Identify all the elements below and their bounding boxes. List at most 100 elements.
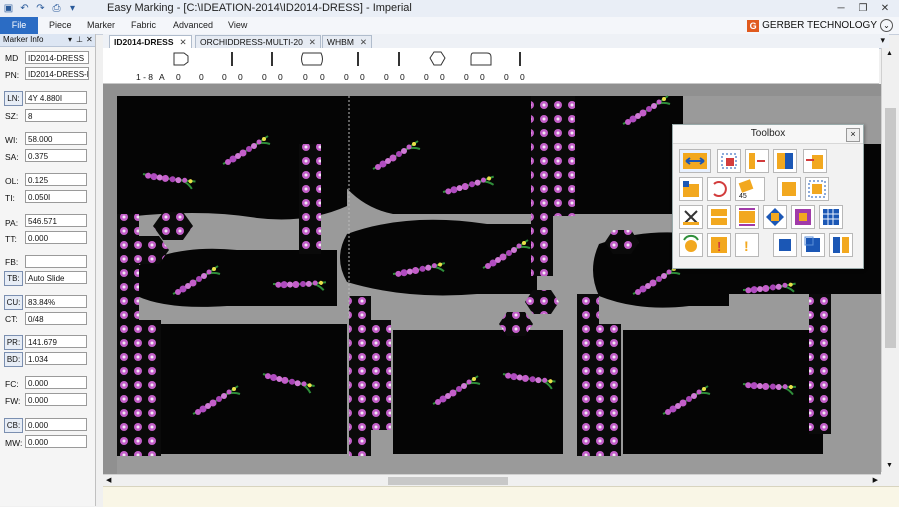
piece-bar[interactable]: 1 - 8 A 0 0 0 0 0 0 0 0 0 0 0 0 0 0 0 0 … xyxy=(103,48,879,84)
mw-label: MW: xyxy=(5,438,23,448)
fw-label: FW: xyxy=(5,396,21,406)
mw-field[interactable]: 0.000 xyxy=(25,435,87,448)
cu-button[interactable]: CU: xyxy=(4,295,23,310)
tab-close-icon[interactable]: ✕ xyxy=(309,37,316,47)
scroll-down-icon[interactable]: ▼ xyxy=(886,462,893,469)
sa-field[interactable]: 0.375 xyxy=(25,149,87,162)
cb-button[interactable]: CB: xyxy=(4,418,23,433)
buffer-tool-icon[interactable] xyxy=(763,205,787,229)
piece-count: 0 xyxy=(360,72,365,82)
toolbox-title[interactable]: Toolbox xyxy=(673,125,863,144)
piece-count: 0 xyxy=(400,72,405,82)
tb-button[interactable]: TB: xyxy=(4,271,23,286)
print-icon[interactable]: ⎙ xyxy=(50,2,63,15)
tl-field[interactable]: 0.050I xyxy=(25,190,87,203)
menu-file[interactable]: File xyxy=(0,17,38,34)
menu-marker[interactable]: Marker xyxy=(87,19,115,32)
menu-view[interactable]: View xyxy=(228,19,247,32)
piece-count: 0 xyxy=(278,72,283,82)
md-field[interactable]: ID2014-DRESS xyxy=(25,51,89,64)
dropdown-arrow-icon[interactable]: ▾ xyxy=(66,2,79,15)
move-tool-icon[interactable] xyxy=(679,149,711,173)
marker-strip xyxy=(599,324,621,456)
cu-field[interactable]: 83.84% xyxy=(25,295,87,308)
pr-field[interactable]: 141.679 xyxy=(25,335,87,348)
fc-field[interactable]: 0.000 xyxy=(25,376,87,389)
tab-label: WHBM xyxy=(327,37,354,47)
menu-advanced[interactable]: Advanced xyxy=(173,19,213,32)
toolbox-window[interactable]: Toolbox × 45 ! ! xyxy=(672,124,864,269)
bump-tool-icon[interactable] xyxy=(803,149,827,173)
piece-thumb-8 xyxy=(429,51,446,66)
tabs-overflow-icon[interactable]: ▾ xyxy=(880,35,885,46)
tt-field[interactable]: 0.000 xyxy=(25,231,87,244)
tab-close-icon[interactable]: ✕ xyxy=(360,37,367,47)
wi-field[interactable]: 58.000 xyxy=(25,132,87,145)
piece-thumb-1 xyxy=(173,52,189,66)
scroll-left-icon[interactable]: ◀ xyxy=(106,476,111,484)
restore-icon[interactable]: ❐ xyxy=(852,0,874,16)
ln-field[interactable]: 4Y 4.880I xyxy=(25,91,87,104)
zoom-out-tool-icon[interactable] xyxy=(773,233,797,257)
fit-tool-icon[interactable] xyxy=(829,233,853,257)
save-icon[interactable]: ▣ xyxy=(2,2,15,15)
rotate-tool-icon[interactable] xyxy=(707,177,731,201)
fw-field[interactable]: 0.000 xyxy=(25,393,87,406)
scroll-right-icon[interactable]: ▶ xyxy=(873,476,878,484)
tab-close-icon[interactable]: ✕ xyxy=(180,37,187,47)
pa-label: PA: xyxy=(5,218,19,228)
tab-orchiddress[interactable]: ORCHIDDRESS-MULTI-20 ✕ xyxy=(195,35,321,48)
align-tool-icon[interactable] xyxy=(717,149,741,173)
tab-whbm[interactable]: WHBM ✕ xyxy=(322,35,373,48)
toolbox-close-icon[interactable]: × xyxy=(846,128,860,142)
panel-close-icon[interactable]: ✕ xyxy=(86,34,93,46)
help-collapse-icon[interactable]: ⌄ xyxy=(880,19,893,32)
bd-button[interactable]: BD: xyxy=(4,352,23,367)
cb-field[interactable]: 0.000 xyxy=(25,418,87,431)
sz-field[interactable]: 8 xyxy=(25,109,87,122)
redo-icon[interactable]: ↷ xyxy=(34,2,47,15)
scroll-up-icon[interactable]: ▲ xyxy=(886,50,893,57)
piece-count: 0 xyxy=(384,72,389,82)
pin-icon[interactable]: ⊥ xyxy=(76,34,83,46)
fold-tool-icon[interactable] xyxy=(679,177,703,201)
tilt-45-tool-icon[interactable]: 45 xyxy=(735,177,765,201)
overlap-tool-icon[interactable] xyxy=(777,177,801,201)
cut-tool-icon[interactable] xyxy=(679,205,703,229)
fb-field[interactable] xyxy=(25,255,87,268)
flip-tool-icon[interactable] xyxy=(745,149,769,173)
vertical-scroll-thumb[interactable] xyxy=(885,108,896,348)
pa-field[interactable]: 546.571 xyxy=(25,214,87,227)
ln-button[interactable]: LN: xyxy=(4,91,23,106)
undo-place-tool-icon[interactable] xyxy=(679,233,703,257)
tab-id2014-dress[interactable]: ID2014-DRESS ✕ xyxy=(109,35,192,48)
marker-strip xyxy=(139,320,161,456)
piece-thumb-4 xyxy=(301,52,323,66)
alert-tool-icon[interactable]: ! xyxy=(735,233,759,257)
minimize-icon[interactable]: ─ xyxy=(830,0,852,16)
pn-field[interactable]: ID2014-DRESS-B xyxy=(25,67,89,80)
undo-icon[interactable]: ↶ xyxy=(18,2,31,15)
sz-label: SZ: xyxy=(5,111,19,121)
horizontal-scroll-thumb[interactable] xyxy=(388,477,508,485)
vertical-scrollbar[interactable]: ▲ ▼ xyxy=(881,48,899,472)
piece-count: 0 xyxy=(262,72,267,82)
tb-field[interactable]: Auto Slide xyxy=(25,271,87,284)
panel-menu-icon[interactable]: ▾ xyxy=(68,34,72,46)
zoom-in-tool-icon[interactable] xyxy=(801,233,825,257)
space-tool-icon[interactable] xyxy=(735,205,759,229)
block-tool-icon[interactable] xyxy=(791,205,815,229)
md-label: MD xyxy=(5,53,19,63)
ct-field[interactable]: 0/48 xyxy=(25,312,87,325)
menu-piece[interactable]: Piece xyxy=(49,19,72,32)
bd-field[interactable]: 1.034 xyxy=(25,352,87,365)
close-icon[interactable]: ✕ xyxy=(874,0,896,16)
merge-tool-icon[interactable] xyxy=(707,205,731,229)
pr-button[interactable]: PR: xyxy=(4,335,23,350)
ol-field[interactable]: 0.125 xyxy=(25,173,87,186)
grid-tool-icon[interactable] xyxy=(819,205,843,229)
split-tool-icon[interactable] xyxy=(773,149,797,173)
group-tool-icon[interactable] xyxy=(805,177,829,201)
warning-tool-icon[interactable]: ! xyxy=(707,233,731,257)
menu-fabric[interactable]: Fabric xyxy=(131,19,156,32)
